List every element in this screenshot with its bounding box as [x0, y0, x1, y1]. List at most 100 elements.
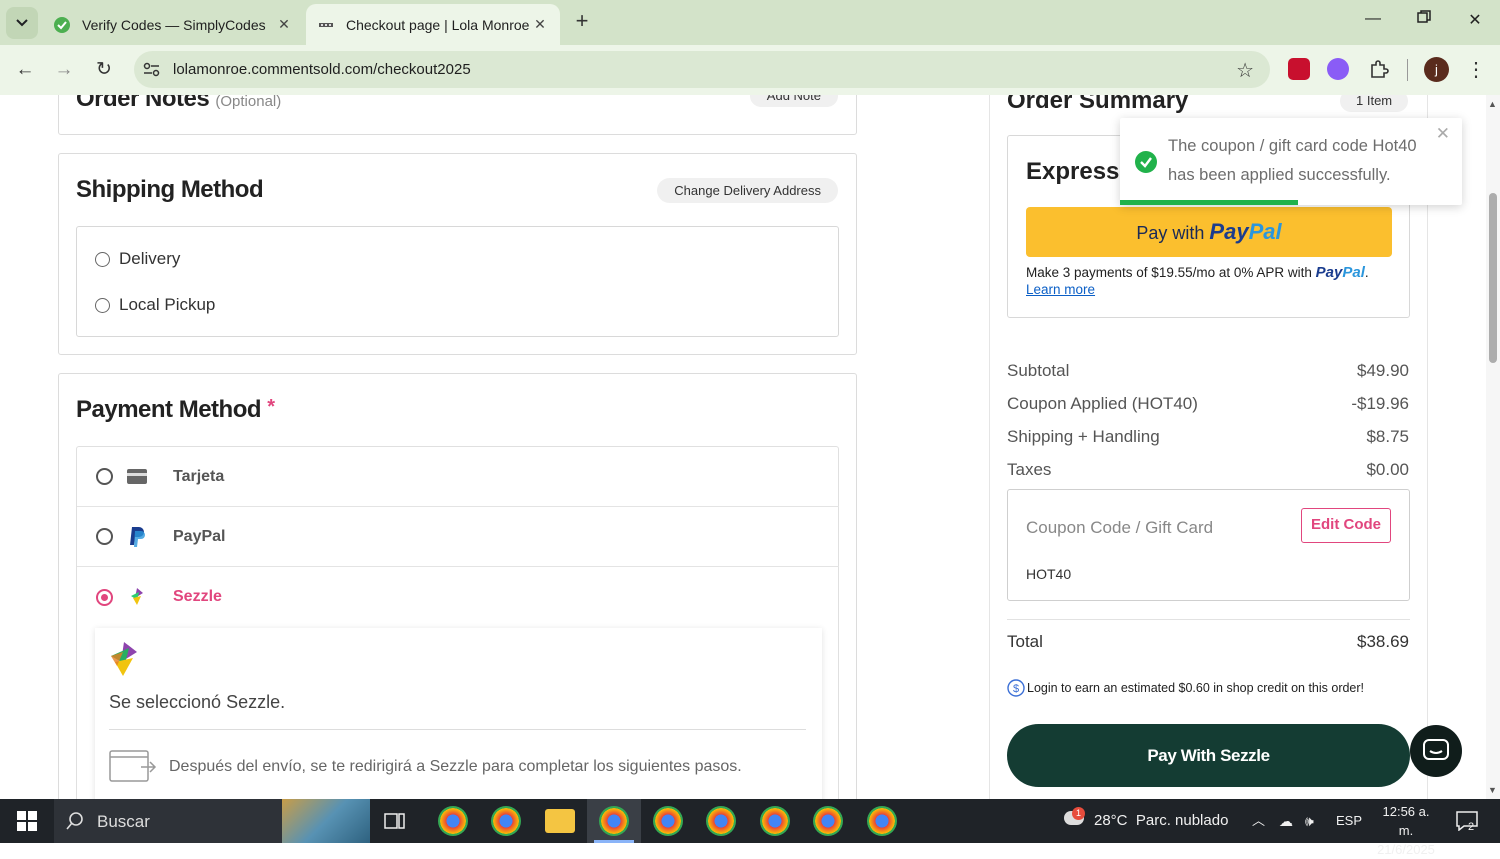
sezzle-logo-icon: [111, 642, 137, 676]
shipping-option-delivery[interactable]: Delivery: [95, 249, 180, 269]
chrome-profile-m2-icon[interactable]: [867, 806, 897, 836]
radio-paypal[interactable]: [96, 528, 113, 545]
total-value: $38.69: [1357, 632, 1409, 651]
clock[interactable]: 12:56 a. m. 21/6/2025: [1374, 799, 1438, 857]
bookmark-star-icon[interactable]: ☆: [1236, 58, 1254, 83]
summary-label: Subtotal: [1007, 361, 1070, 380]
file-explorer-icon[interactable]: [545, 809, 575, 833]
radio-delivery[interactable]: [95, 251, 110, 267]
notifications-icon[interactable]: 2: [1456, 799, 1484, 843]
browser-menu-icon[interactable]: ⋮: [1466, 57, 1486, 82]
scroll-up-icon[interactable]: ▲: [1488, 99, 1497, 109]
checkout-page: Order Notes (Optional) Add Note Shipping…: [0, 95, 1500, 799]
chrome-icon[interactable]: [491, 806, 521, 836]
chat-launcher-button[interactable]: [1410, 725, 1462, 777]
tab-checkout[interactable]: Checkout page | Lola Monroe B ✕: [306, 4, 560, 45]
weather-text[interactable]: 28°C Parc. nublado: [1094, 799, 1228, 843]
edit-code-button[interactable]: Edit Code: [1301, 508, 1391, 543]
address-bar[interactable]: lolamonroe.commentsold.com/checkout2025 …: [134, 51, 1270, 88]
payment-option-paypal[interactable]: PayPal: [77, 507, 839, 567]
close-tab-icon[interactable]: ✕: [532, 16, 548, 33]
close-tab-icon[interactable]: ✕: [276, 16, 292, 33]
forward-icon[interactable]: →: [52, 58, 76, 82]
site-settings-icon[interactable]: [143, 61, 160, 78]
weather-icon[interactable]: 1: [1058, 799, 1088, 843]
paypal-icon: [127, 526, 147, 547]
chrome-profile-v-icon[interactable]: [813, 806, 843, 836]
radio-local-pickup[interactable]: [95, 297, 110, 313]
summary-value: -$19.96: [1351, 394, 1409, 413]
ublock-extension-icon[interactable]: [1288, 58, 1310, 80]
task-view-icon[interactable]: [384, 811, 406, 836]
radio-sezzle[interactable]: [96, 588, 113, 606]
required-mark: *: [267, 396, 275, 418]
coupon-input[interactable]: Coupon Code / Gift Card: [1026, 518, 1213, 538]
toolbar-divider: [1407, 59, 1408, 81]
tab-search-button[interactable]: [6, 7, 38, 39]
payment-option-label: Sezzle: [173, 588, 222, 605]
chevron-down-icon: [16, 19, 28, 27]
tab-simplycodes[interactable]: Verify Codes — SimplyCodes ✕: [42, 4, 304, 45]
notification-count: 2: [1468, 821, 1475, 833]
chat-bubble-icon: [1423, 739, 1449, 760]
toast-close-icon[interactable]: ✕: [1436, 124, 1450, 144]
pay-with-sezzle-button[interactable]: Pay With Sezzle: [1007, 724, 1410, 787]
summary-value: $0.00: [1366, 460, 1409, 479]
chrome-profile-i-icon: [599, 806, 629, 836]
shipping-option-local-pickup[interactable]: Local Pickup: [95, 295, 215, 315]
order-notes-card: Order Notes (Optional) Add Note: [58, 95, 857, 135]
clock-time: 12:56 a. m.: [1382, 804, 1430, 838]
payment-option-label: PayPal: [173, 527, 226, 545]
summary-value: $8.75: [1366, 427, 1409, 446]
ai-extension-icon[interactable]: [1327, 58, 1349, 80]
reload-icon[interactable]: ↻: [92, 58, 116, 82]
close-window-icon[interactable]: ✕: [1462, 10, 1488, 36]
shop-credit-text: Login to earn an estimated $0.60 in shop…: [1027, 681, 1365, 695]
radio-tarjeta[interactable]: [96, 468, 113, 485]
browser-redirect-icon: [109, 750, 157, 782]
paypal-button-prefix: Pay with: [1136, 223, 1205, 243]
start-button[interactable]: [0, 799, 54, 843]
tab-title: Verify Codes — SimplyCodes: [82, 16, 266, 33]
shipping-option-label: Delivery: [119, 249, 181, 268]
payment-option-tarjeta[interactable]: Tarjeta: [77, 447, 839, 507]
volume-icon[interactable]: 🕪: [1305, 799, 1314, 843]
chrome-active-window[interactable]: [587, 799, 641, 843]
payment-option-sezzle[interactable]: Sezzle: [77, 567, 839, 627]
show-hidden-icons-icon[interactable]: ︿: [1252, 799, 1265, 843]
sezzle-info-panel: Se seleccionó Sezzle. Después del envío,…: [95, 628, 822, 799]
language-indicator[interactable]: ESP: [1336, 799, 1362, 843]
minimize-icon[interactable]: —: [1360, 10, 1386, 36]
learn-more-link[interactable]: Learn more: [1026, 282, 1095, 297]
order-summary-title: Order Summary: [1007, 95, 1189, 114]
pay-with-paypal-button[interactable]: Pay with PayPal: [1026, 207, 1392, 257]
chrome-profile-t-icon[interactable]: [653, 806, 683, 836]
tab-strip: Verify Codes — SimplyCodes ✕ Checkout pa…: [0, 0, 1500, 45]
sezzle-selected-text: Se seleccionó Sezzle.: [109, 692, 286, 712]
shop-credit-note: $ Login to earn an estimated $0.60 in sh…: [1007, 679, 1364, 697]
windows-taskbar: Buscar 1 28°C Parc. nublado ︿ ☁ 🕪 ESP 12…: [0, 799, 1500, 857]
chrome-profile-j-icon[interactable]: [438, 806, 468, 836]
paypal-credit-message: Make 3 payments of $19.55/mo at 0% APR w…: [1026, 264, 1369, 281]
scrollbar-thumb[interactable]: [1489, 193, 1497, 363]
summary-label: Shipping + Handling: [1007, 427, 1160, 446]
payment-options: Tarjeta PayPal Sezzle Se seleccionó Sezz…: [76, 446, 839, 799]
new-tab-button[interactable]: +: [570, 10, 594, 34]
search-placeholder: Buscar: [97, 812, 150, 831]
sezzle-redirect-text: Después del envío, se te redirigirá a Se…: [169, 758, 742, 775]
taskbar-search-box[interactable]: Buscar: [54, 799, 370, 843]
scroll-down-icon[interactable]: ▼: [1488, 785, 1497, 795]
profile-avatar[interactable]: j: [1424, 57, 1449, 82]
change-delivery-address-button[interactable]: Change Delivery Address: [657, 178, 838, 203]
chrome-profile-m-icon[interactable]: [706, 806, 736, 836]
add-note-button[interactable]: Add Note: [749, 95, 838, 107]
extensions-puzzle-icon[interactable]: [1368, 58, 1390, 80]
item-count-badge: 1 Item: [1340, 95, 1409, 112]
onedrive-cloud-icon[interactable]: ☁: [1279, 799, 1293, 843]
page-scrollbar[interactable]: ▲ ▼: [1486, 95, 1500, 799]
shipping-method-title: Shipping Method: [76, 176, 264, 203]
back-icon[interactable]: ←: [13, 58, 37, 82]
chrome-profile-gy-icon[interactable]: [760, 806, 790, 836]
order-notes-title: Order Notes (Optional): [76, 95, 282, 112]
restore-icon[interactable]: [1411, 10, 1437, 36]
